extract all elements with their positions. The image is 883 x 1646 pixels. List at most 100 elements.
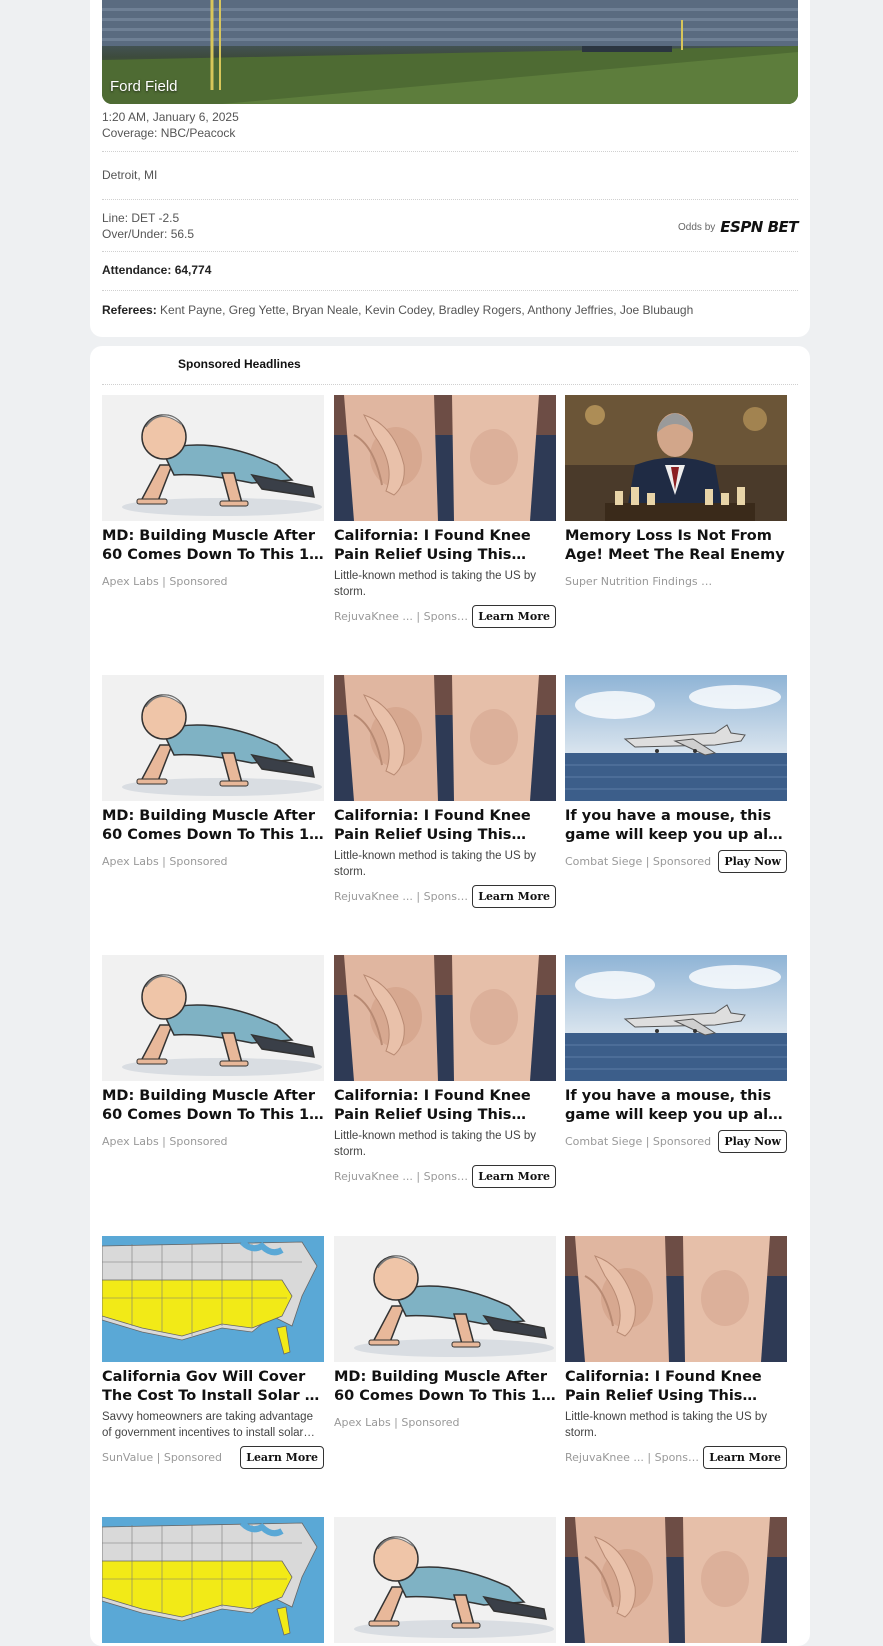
ad-sponsored-label: Sponsored (652, 1134, 712, 1148)
ad-headline[interactable]: California: I Found Knee Pain Relief Usi… (565, 1368, 787, 1406)
ad-source: SunValue | Sponsored (102, 1451, 222, 1464)
venue-photo: Ford Field (102, 0, 798, 104)
ad-cta-button[interactable]: Learn More (703, 1445, 787, 1469)
ad-meta: Combat Siege | Sponsored Play Now (565, 849, 787, 873)
ad-image[interactable] (565, 395, 787, 521)
ad-cta-button[interactable]: Learn More (240, 1445, 324, 1469)
separator: | (412, 889, 424, 903)
ad-card[interactable]: California: I Found Knee Pain Relief Usi… (334, 675, 556, 908)
ad-sponsored-label: Sponsored (654, 1450, 704, 1464)
ad-cta-button[interactable]: Learn More (472, 1164, 556, 1188)
game-coverage: Coverage: NBC/Peacock (102, 126, 236, 140)
separator: | (158, 1134, 170, 1148)
ad-card[interactable]: California: I Found Knee Pain Relief Usi… (334, 395, 556, 628)
ad-source-name: Apex Labs (102, 854, 159, 868)
ad-headline[interactable]: MD: Building Muscle After 60 Comes Down … (102, 527, 324, 565)
ad-source-name: Apex Labs (334, 1415, 391, 1429)
divider (102, 251, 798, 252)
ad-meta: Apex Labs | Sponsored (334, 1410, 556, 1434)
ad-source: Super Nutrition Findings | Sponsored (565, 575, 715, 588)
ad-card[interactable]: MD: Building Muscle After 60 Comes Down … (102, 955, 324, 1153)
ad-source-name: Combat Siege (565, 854, 643, 868)
separator: | (643, 1450, 655, 1464)
ad-source-name: RejuvaKnee ... (565, 1450, 644, 1464)
ad-meta: Super Nutrition Findings | Sponsored (565, 569, 787, 593)
ad-image[interactable] (102, 675, 324, 801)
ad-card[interactable] (102, 1517, 324, 1643)
ad-source: Apex Labs | Sponsored (334, 1416, 460, 1429)
ad-image[interactable] (334, 1517, 556, 1643)
divider (102, 290, 798, 291)
ad-sponsored-label: Sponsored (401, 1415, 460, 1429)
ad-card[interactable]: Memory Loss Is Not From Age! Meet The Re… (565, 395, 787, 593)
ad-meta: RejuvaKnee ... | SponsoredLearn More (334, 884, 556, 908)
ad-headline[interactable]: If you have a mouse, this game will keep… (565, 1087, 787, 1125)
ad-image[interactable] (565, 1517, 787, 1643)
ad-card[interactable] (565, 1517, 787, 1643)
separator: | (390, 1415, 402, 1429)
ad-source-name: RejuvaKnee ... (334, 889, 413, 903)
separator: | (412, 609, 424, 623)
ad-headline[interactable]: MD: Building Muscle After 60 Comes Down … (334, 1368, 556, 1406)
ad-card[interactable]: If you have a mouse, this game will keep… (565, 675, 787, 873)
ad-source: Apex Labs | Sponsored (102, 1135, 228, 1148)
ad-cta-button[interactable]: Learn More (472, 884, 556, 908)
ad-image[interactable] (565, 1236, 787, 1362)
ad-cta-button[interactable]: Learn More (472, 604, 556, 628)
ad-image[interactable] (334, 395, 556, 521)
ad-cta-button[interactable]: Play Now (718, 1129, 787, 1153)
ad-card[interactable]: MD: Building Muscle After 60 Comes Down … (334, 1236, 556, 1434)
espnbet-logo: ESPN BET (720, 218, 798, 236)
ad-headline[interactable]: MD: Building Muscle After 60 Comes Down … (102, 807, 324, 845)
ad-sponsored-label: Sponsored (423, 889, 473, 903)
game-datetime: 1:20 AM, January 6, 2025 (102, 110, 239, 124)
ad-meta: RejuvaKnee ... | SponsoredLearn More (565, 1445, 787, 1469)
ad-source-name: Apex Labs (102, 574, 159, 588)
ad-image[interactable] (102, 1517, 324, 1643)
ad-source: Apex Labs | Sponsored (102, 575, 228, 588)
ad-card[interactable]: California: I Found Knee Pain Relief Usi… (334, 955, 556, 1188)
ad-sponsored-label: Sponsored (169, 574, 228, 588)
ad-source-name: RejuvaKnee ... (334, 609, 413, 623)
ad-headline[interactable]: MD: Building Muscle After 60 Comes Down … (102, 1087, 324, 1125)
ad-description: Little-known method is taking the US by … (334, 850, 536, 878)
separator: | (697, 574, 709, 588)
ad-card[interactable] (334, 1517, 556, 1643)
attendance: Attendance: 64,774 (102, 263, 798, 277)
ad-headline[interactable]: California Gov Will Cover The Cost To In… (102, 1368, 324, 1406)
ad-cta-button[interactable]: Play Now (718, 849, 787, 873)
ad-meta: Apex Labs | Sponsored (102, 569, 324, 593)
sponsored-headlines-title: Sponsored Headlines (178, 357, 301, 371)
odds-attribution[interactable]: Odds by ESPN BET (678, 218, 798, 236)
ad-source: RejuvaKnee ... | Sponsored (334, 610, 472, 623)
ad-meta: Combat Siege | Sponsored Play Now (565, 1129, 787, 1153)
odds-by-label: Odds by (678, 221, 716, 233)
ad-headline[interactable]: If you have a mouse, this game will keep… (565, 807, 787, 845)
referees-list: Kent Payne, Greg Yette, Bryan Neale, Kev… (160, 303, 694, 317)
ad-image[interactable] (334, 675, 556, 801)
separator: | (642, 854, 653, 868)
ad-image[interactable] (334, 955, 556, 1081)
separator: | (158, 574, 170, 588)
ad-image[interactable] (334, 1236, 556, 1362)
ad-headline[interactable]: California: I Found Knee Pain Relief Usi… (334, 807, 556, 845)
ad-image[interactable] (565, 955, 787, 1081)
ad-description: Little-known method is taking the US by … (334, 1130, 536, 1158)
ad-image[interactable] (102, 1236, 324, 1362)
ad-card[interactable]: California: I Found Knee Pain Relief Usi… (565, 1236, 787, 1469)
separator: | (153, 1450, 164, 1464)
ad-headline[interactable]: California: I Found Knee Pain Relief Usi… (334, 1087, 556, 1125)
ad-image[interactable] (565, 675, 787, 801)
ad-image[interactable] (102, 395, 324, 521)
ad-source-name: Super Nutrition Findings (565, 574, 698, 588)
ad-image[interactable] (102, 955, 324, 1081)
ad-headline[interactable]: Memory Loss Is Not From Age! Meet The Re… (565, 527, 787, 565)
ad-headline[interactable]: California: I Found Knee Pain Relief Usi… (334, 527, 556, 565)
ad-card[interactable]: MD: Building Muscle After 60 Comes Down … (102, 675, 324, 873)
sponsored-headlines-card: Sponsored Headlines MD: Building Muscle … (90, 346, 810, 1646)
ad-card[interactable]: If you have a mouse, this game will keep… (565, 955, 787, 1153)
ad-card[interactable]: MD: Building Muscle After 60 Comes Down … (102, 395, 324, 593)
ad-sponsored-label: Sponsored (163, 1450, 223, 1464)
ad-card[interactable]: California Gov Will Cover The Cost To In… (102, 1236, 324, 1469)
ad-source-name: RejuvaKnee ... (334, 1169, 413, 1183)
